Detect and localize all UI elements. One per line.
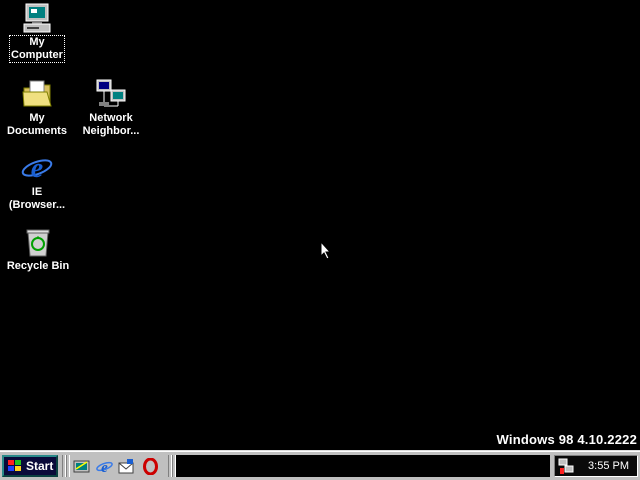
clock[interactable]: 3:55 PM bbox=[588, 460, 629, 472]
desktop[interactable]: My Computer My Documents Network Neighbo… bbox=[0, 0, 640, 450]
system-tray: 3:55 PM bbox=[554, 455, 638, 477]
svg-text:e: e bbox=[101, 460, 108, 475]
desktop-icon-my-computer[interactable]: My Computer bbox=[0, 2, 74, 63]
start-label: Start bbox=[26, 459, 54, 473]
taskbar-separator bbox=[66, 455, 70, 477]
my-computer-icon bbox=[21, 2, 53, 34]
internet-explorer-icon[interactable]: e bbox=[96, 458, 113, 476]
start-button[interactable]: Start bbox=[2, 455, 58, 477]
taskbar: Start e 3:55 PM bbox=[0, 450, 640, 480]
windows-logo-icon bbox=[7, 459, 23, 473]
desktop-icon-label: Network Neighbor... bbox=[82, 112, 140, 137]
opera-icon[interactable] bbox=[142, 457, 159, 476]
desktop-icon-label: Recycle Bin bbox=[6, 260, 70, 272]
desktop-icon-recycle-bin[interactable]: Recycle Bin bbox=[0, 226, 76, 273]
desktop-icon-label: My Computer bbox=[9, 35, 65, 63]
taskbar-window-band[interactable] bbox=[176, 455, 550, 477]
folder-documents-icon bbox=[21, 78, 53, 110]
internet-explorer-icon: e bbox=[21, 152, 53, 184]
mouse-cursor-icon bbox=[320, 240, 332, 265]
desktop-icon-ie[interactable]: e IE (Browser... bbox=[0, 152, 74, 212]
network-status-icon[interactable] bbox=[558, 458, 575, 475]
show-desktop-icon[interactable] bbox=[73, 458, 90, 475]
recycle-bin-icon bbox=[22, 226, 54, 258]
network-neighborhood-icon bbox=[95, 78, 127, 110]
desktop-icon-my-documents[interactable]: My Documents bbox=[0, 78, 74, 138]
desktop-icon-label: My Documents bbox=[7, 112, 67, 137]
outlook-express-icon[interactable] bbox=[118, 458, 135, 475]
desktop-icon-network-neighborhood[interactable]: Network Neighbor... bbox=[74, 78, 148, 138]
desktop-icon-label: IE (Browser... bbox=[8, 186, 66, 211]
windows-version-text: Windows 98 4.10.2222 bbox=[496, 432, 637, 447]
svg-text:e: e bbox=[31, 153, 43, 184]
